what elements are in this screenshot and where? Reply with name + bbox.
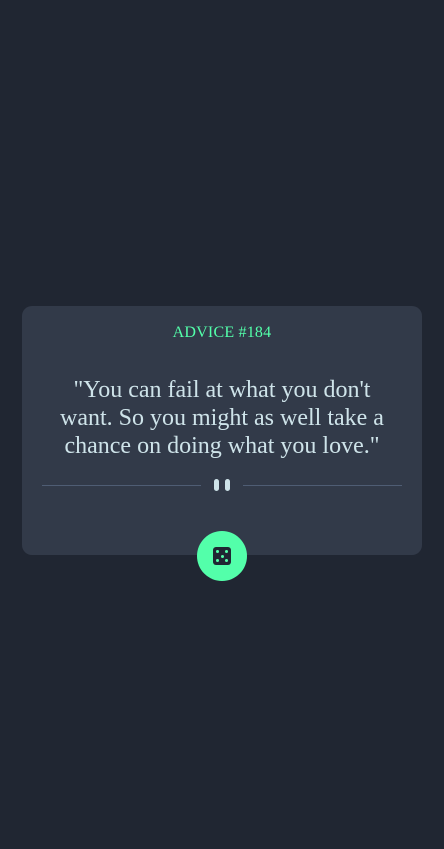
advice-quote: "You can fail at what you don't want. So… [60, 377, 384, 459]
pause-icon [213, 479, 231, 493]
dice-icon [213, 547, 231, 565]
advice-number: ADVICE #184 [172, 324, 272, 341]
divider-line-right [243, 485, 402, 486]
pattern-divider [42, 478, 402, 494]
divider-line-left [42, 485, 201, 486]
generate-advice-button[interactable] [197, 531, 247, 581]
advice-card: ADVICE #184 "You can fail at what you do… [22, 306, 422, 555]
